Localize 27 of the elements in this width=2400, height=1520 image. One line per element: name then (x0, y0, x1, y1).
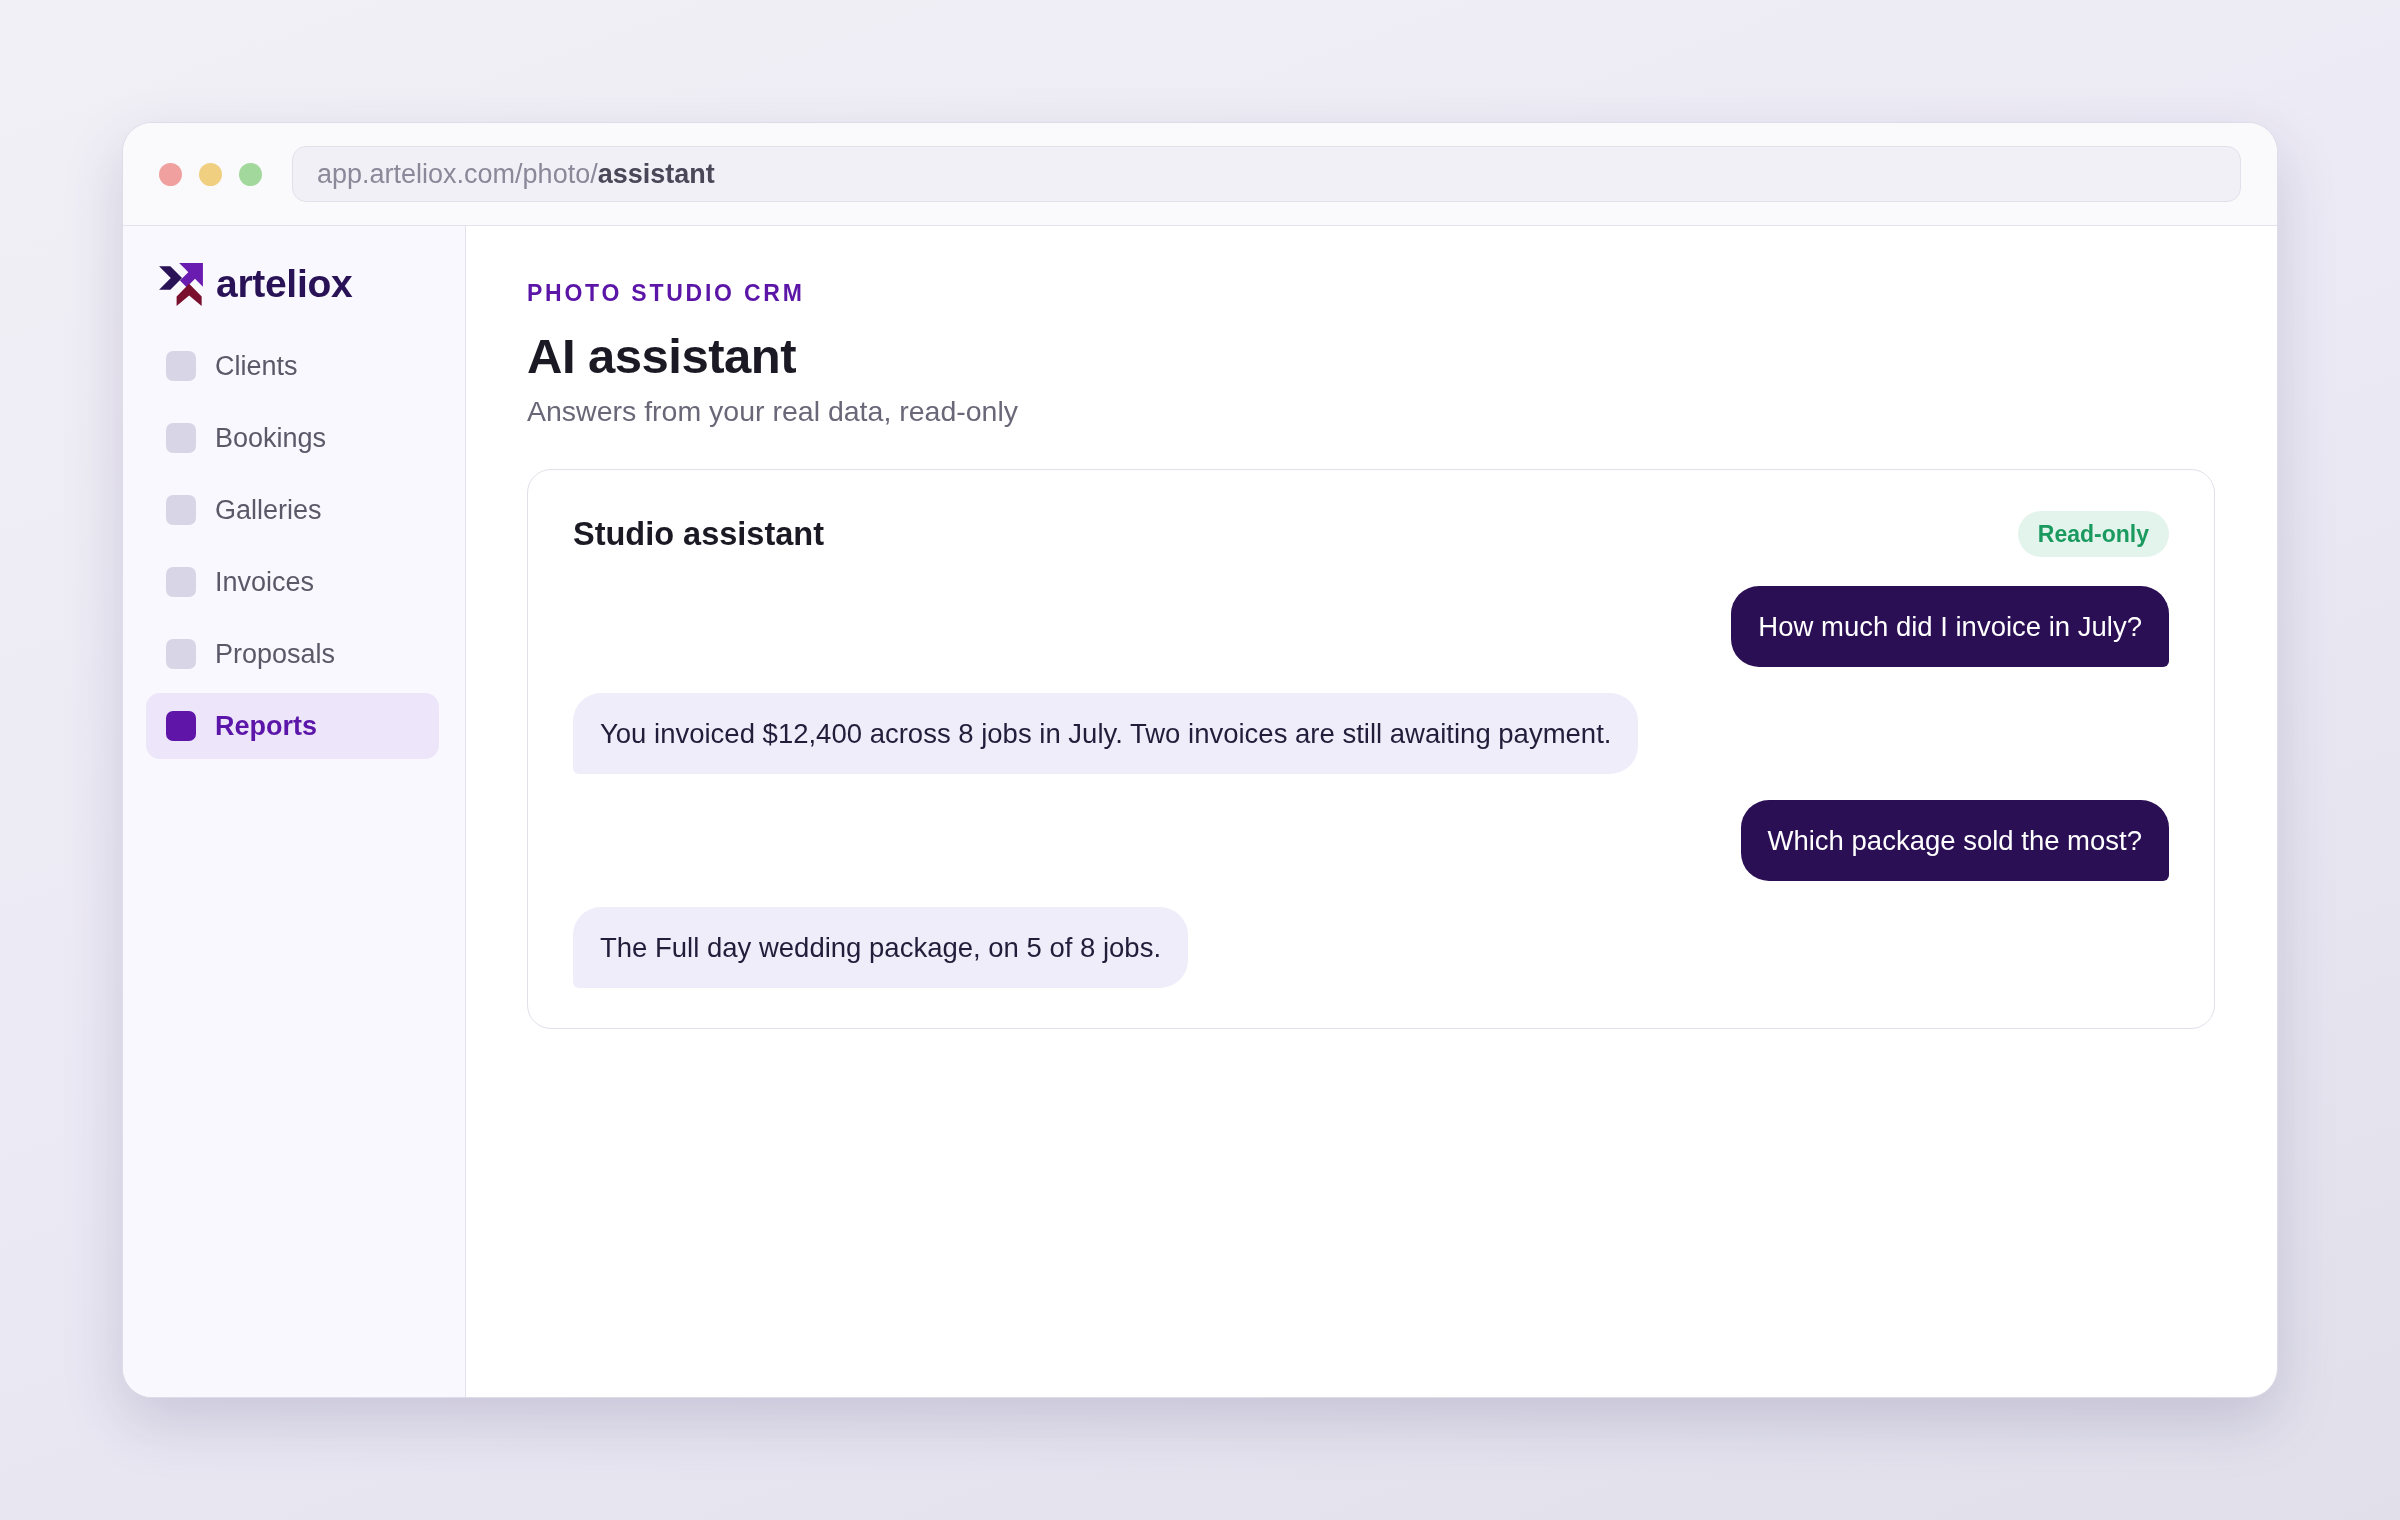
square-icon (166, 351, 196, 381)
close-dot-icon[interactable] (159, 162, 182, 186)
section-label: PHOTO STUDIO CRM (527, 279, 806, 308)
square-icon (166, 639, 196, 669)
square-icon (166, 495, 196, 525)
sidebar-item[interactable]: Reports (146, 693, 439, 759)
assistant-message: You invoiced $12,400 across 8 jobs in July. Two invoices are still awaiting payment. (573, 693, 1639, 774)
sidebar-item[interactable]: Galleries (146, 477, 439, 543)
assistant-message: The Full day wedding package, on 5 of 8 jobs. (573, 907, 1189, 988)
user-message: Which package sold the most? (1740, 800, 2169, 881)
sidebar-item[interactable]: Invoices (146, 549, 439, 615)
page-subtitle: Answers from your real data, read-only (527, 394, 1020, 428)
address-bar[interactable]: app.arteliox.com/photo/assistant (292, 146, 2241, 202)
sidebar-item[interactable]: Bookings (146, 405, 439, 471)
square-icon (166, 711, 196, 741)
user-message: How much did I invoice in July? (1731, 586, 2169, 667)
zoom-dot-icon[interactable] (239, 162, 262, 186)
sidebar-item[interactable]: Clients (146, 333, 439, 399)
brand-name: arteliox (216, 261, 353, 307)
minimize-dot-icon[interactable] (199, 162, 222, 186)
page-title: AI assistant (527, 328, 798, 385)
sidebar-item[interactable]: Proposals (146, 621, 439, 687)
square-icon (166, 567, 196, 597)
logo-icon (159, 262, 203, 306)
square-icon (166, 423, 196, 453)
mode-badge: Read-only (2017, 511, 2169, 557)
card-title: Studio assistant (573, 515, 825, 553)
